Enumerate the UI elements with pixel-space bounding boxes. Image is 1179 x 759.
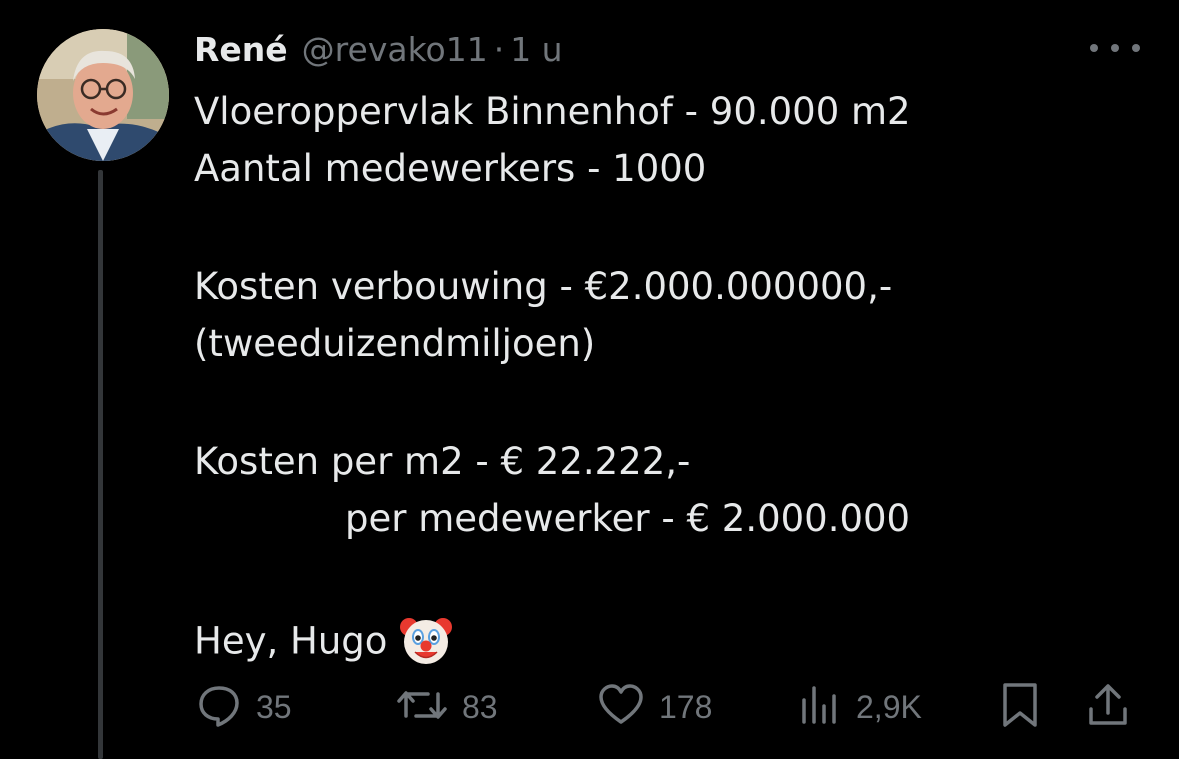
reply-button[interactable]: 35 [196, 682, 292, 732]
views-button[interactable]: 2,9K [798, 682, 922, 732]
tweet-line-3: Kosten verbouwing - €2.000.000000,- [194, 265, 893, 308]
reply-count: 35 [256, 688, 292, 725]
tweet-line-7: Hey, Hugo [194, 613, 453, 673]
timestamp[interactable]: 1 u [510, 30, 562, 69]
tweet-header: René @revako11 · 1 u [194, 26, 563, 72]
tweet-line-1: Vloeroppervlak Binnenhof - 90.000 m2 [194, 90, 911, 133]
reply-icon [196, 682, 242, 732]
retweet-count: 83 [462, 688, 498, 725]
display-name[interactable]: René [194, 30, 288, 69]
tweet-actions: 35 83 178 2,9K [0, 682, 1179, 732]
tweet-line-7-text: Hey, Hugo [194, 619, 388, 663]
tweet-line-5: Kosten per m2 - € 22.222,- [194, 440, 691, 483]
share-button[interactable] [1086, 682, 1130, 732]
thread-line [98, 170, 103, 759]
bookmark-icon [1000, 681, 1040, 733]
retweet-button[interactable]: 83 [396, 682, 498, 732]
separator: · [493, 29, 505, 69]
bookmark-button[interactable] [1000, 682, 1040, 732]
more-icon[interactable] [1090, 34, 1140, 62]
share-icon [1086, 681, 1130, 733]
views-count: 2,9K [856, 688, 922, 725]
views-icon [798, 682, 842, 732]
avatar[interactable] [37, 29, 169, 161]
retweet-icon [396, 682, 448, 732]
like-button[interactable]: 178 [597, 682, 712, 732]
like-count: 178 [659, 688, 713, 725]
like-icon [597, 682, 645, 732]
clown-face-icon [399, 613, 453, 673]
tweet-line-2: Aantal medewerkers - 1000 [194, 147, 707, 190]
tweet-line-4: (tweeduizendmiljoen) [194, 322, 596, 365]
user-handle[interactable]: @revako11 [302, 30, 488, 69]
tweet-line-6: per medewerker - € 2.000.000 [345, 497, 911, 540]
